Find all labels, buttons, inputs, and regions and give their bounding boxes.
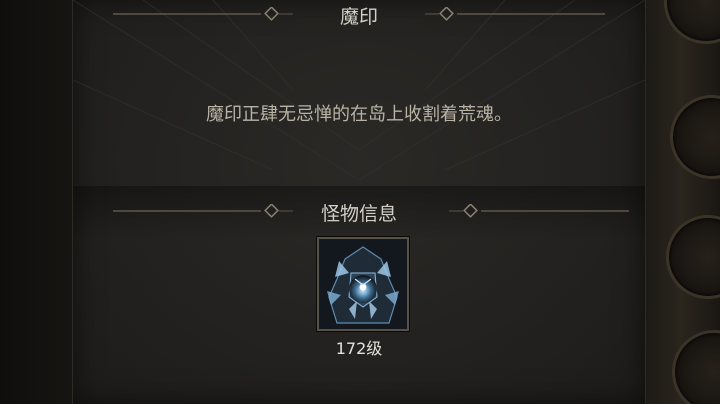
monster-info-title: 怪物信息 (320, 203, 397, 225)
info-panel: 魔印 魔印正肆无忌惮的在岛上收割着荒魂。 怪物信息 172级 (72, 0, 646, 404)
ornament-ring-icon (672, 330, 720, 404)
monster-level-label: 172级 (335, 339, 383, 358)
ornament-ring-icon (666, 215, 720, 299)
seal-description-text: 魔印正肆无忌惮的在岛上收割着荒魂。 (206, 104, 512, 125)
left-border-background (0, 0, 72, 404)
armored-spirit-knight-icon (319, 239, 407, 329)
ornament-ring-icon (664, 0, 720, 44)
seal-section-title: 魔印 (339, 6, 378, 28)
monster-portrait-button[interactable] (317, 237, 409, 331)
right-ornate-border (644, 0, 720, 404)
game-dialog-screen: 魔印 魔印正肆无忌惮的在岛上收割着荒魂。 怪物信息 172级 (0, 0, 720, 404)
ornament-ring-icon (670, 95, 720, 179)
